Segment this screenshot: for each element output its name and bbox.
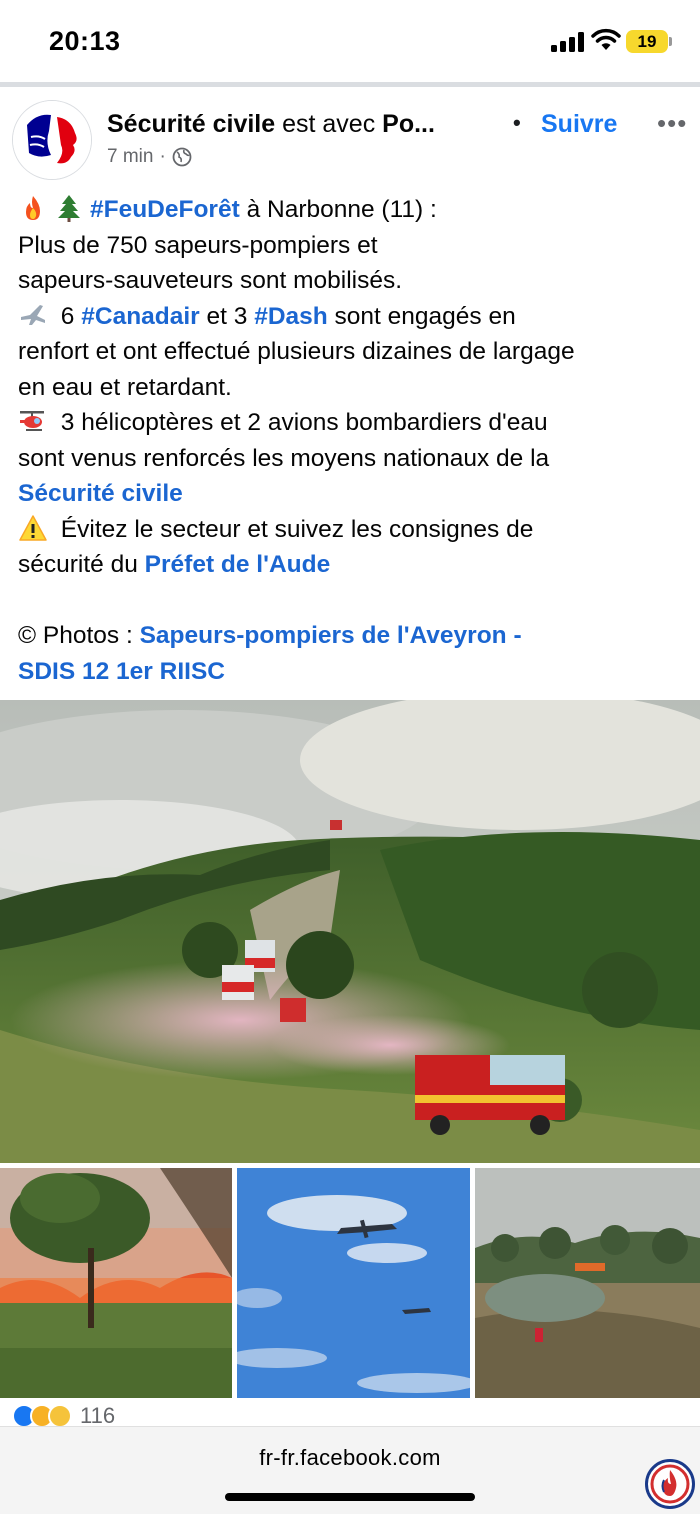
signal-icon — [551, 32, 585, 52]
post-line-2: Plus de 750 sapeurs-pompiers et — [18, 231, 378, 259]
post-line-9: Sécurité civile — [18, 476, 688, 512]
smoke-forest-photo — [475, 1168, 700, 1398]
post-line-6: en eau et retardant. — [18, 373, 232, 401]
browser-bar: fr-fr.facebook.com — [0, 1426, 700, 1514]
battery-tip — [669, 37, 672, 46]
post-text: #FeuDeForêt à Narbonne (11) : Plus de 75… — [18, 192, 688, 689]
hashtag-dash-link[interactable]: #Dash — [254, 303, 328, 330]
home-indicator[interactable] — [225, 1493, 475, 1501]
firefighter-badge-icon[interactable] — [645, 1459, 695, 1509]
with-text: est avec — [275, 110, 383, 138]
post-line-7: 3 hélicoptères et 2 avions bombardiers d… — [18, 405, 688, 441]
tagged-page-link[interactable]: Po... — [382, 110, 435, 138]
text-segment: et 3 — [199, 302, 255, 330]
fire-icon — [26, 196, 40, 220]
airplane-icon — [21, 304, 45, 325]
fire-truck-photo — [0, 700, 700, 1163]
more-options-icon[interactable]: ••• — [657, 108, 687, 139]
text-segment: © Photos : — [18, 622, 140, 649]
status-time: 20:13 — [49, 26, 121, 56]
post-line-12: © Photos : Sapeurs-pompiers de l'Aveyron… — [18, 618, 688, 654]
follow-button[interactable]: Suivre — [541, 110, 617, 139]
post-photo-4[interactable] — [475, 1168, 700, 1398]
post-line-3: sapeurs-sauveteurs sont mobilisés. — [18, 267, 403, 294]
securite-civile-link[interactable]: Sécurité civile — [18, 480, 183, 507]
prefet-aude-link[interactable]: Préfet de l'Aude — [145, 551, 331, 578]
sad-icon — [48, 1404, 72, 1428]
post-header: Sécurité civile est avec Po... • Suivre … — [0, 88, 700, 180]
text-segment: à Narbonne (11) : — [239, 196, 437, 223]
text-segment: sécurité du — [18, 551, 145, 578]
tree-icon — [58, 195, 80, 222]
marianne-logo-icon — [13, 101, 91, 179]
meta-separator: · — [159, 146, 166, 167]
url-display[interactable]: fr-fr.facebook.com — [0, 1445, 700, 1471]
top-divider — [0, 82, 700, 87]
post-line-10: Évitez le secteur et suivez les consigne… — [18, 512, 688, 548]
page-name-link[interactable]: Sécurité civile — [107, 110, 275, 138]
separator-dot: • — [513, 110, 521, 135]
post-time[interactable]: 7 min — [107, 146, 153, 168]
page-title-line: Sécurité civile est avec Po... — [107, 110, 435, 139]
hashtag-canadair-link[interactable]: #Canadair — [81, 303, 199, 330]
post-line-13: SDIS 12 1er RIISC — [18, 654, 688, 690]
sdis-aveyron-link[interactable]: Sapeurs-pompiers de l'Aveyron - — [140, 622, 522, 649]
hashtag-feudeforet-link[interactable]: #FeuDeForêt — [90, 196, 240, 223]
post-photo-main[interactable] — [0, 700, 700, 1163]
post-photo-2[interactable] — [0, 1168, 232, 1398]
water-bombers-photo — [237, 1168, 470, 1398]
post-line-5: renfort et ont effectué plusieurs dizain… — [18, 338, 575, 365]
post-line-4: 6 #Canadair et 3 #Dash sont engagés en — [18, 299, 688, 335]
page-avatar[interactable] — [12, 100, 92, 180]
text-segment: sont engagés en — [327, 302, 516, 330]
warning-icon — [19, 514, 47, 541]
post-line-1: #FeuDeForêt à Narbonne (11) : — [18, 192, 688, 228]
wifi-icon — [591, 28, 621, 50]
flame-badge-icon — [650, 1464, 690, 1504]
battery-icon: 19 — [626, 30, 668, 53]
post-photo-3[interactable] — [237, 1168, 470, 1398]
text-segment: 6 — [54, 302, 82, 330]
burning-pine-photo — [0, 1168, 232, 1398]
globe-icon[interactable] — [172, 147, 192, 167]
sdis-riisc-link[interactable]: SDIS 12 1er RIISC — [18, 658, 225, 685]
text-segment: 3 hélicoptères et 2 avions bombardiers d… — [54, 409, 548, 436]
status-bar: 20:13 19 — [0, 0, 700, 82]
post-meta: 7 min · — [107, 146, 192, 168]
post-line-11: sécurité du Préfet de l'Aude — [18, 547, 688, 583]
helicopter-icon — [20, 411, 44, 431]
text-segment: Évitez le secteur et suivez les consigne… — [54, 515, 534, 543]
post-line-8: sont venus renforcés les moyens nationau… — [18, 444, 550, 472]
